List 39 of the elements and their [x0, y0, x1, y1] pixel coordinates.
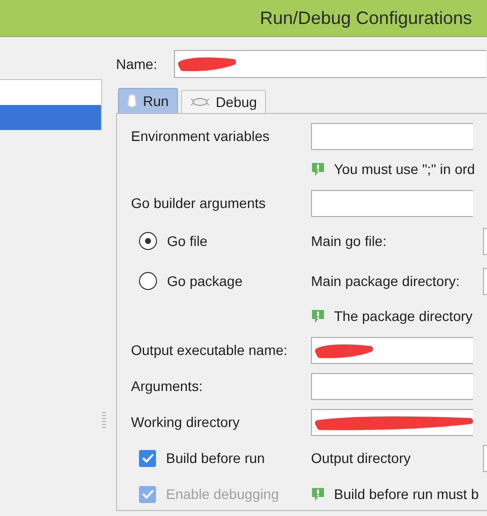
- redaction-mark: [314, 342, 374, 360]
- window-title: Run/Debug Configurations: [260, 6, 472, 30]
- field-label: Output executable name:: [131, 340, 288, 360]
- warning-icon: [311, 309, 325, 324]
- warning-icon: [311, 486, 325, 502]
- radio-button[interactable]: [139, 232, 157, 250]
- field-label: Go builder arguments: [131, 194, 266, 213]
- text-field[interactable]: [311, 372, 473, 400]
- hint-text: Build before run must b: [334, 484, 479, 504]
- checkbox-label: Build before run: [166, 448, 265, 468]
- field-label: Main go file:: [311, 232, 386, 251]
- text-field[interactable]: [311, 190, 473, 216]
- checkbox[interactable]: [139, 450, 156, 466]
- radio-label: Go package: [167, 272, 242, 291]
- field-label: Arguments:: [131, 376, 203, 396]
- field-label: Environment variables: [131, 126, 270, 146]
- radio-button[interactable]: [139, 272, 157, 290]
- field-label: Output directory: [311, 448, 411, 468]
- tab[interactable]: Debug: [180, 90, 266, 113]
- text-field[interactable]: [311, 336, 473, 364]
- splitter-grip-icon: [102, 412, 106, 428]
- warning-icon: [311, 162, 325, 177]
- hint-text: The package directory: [334, 307, 473, 326]
- radio-label: Go file: [167, 232, 208, 250]
- text-field[interactable]: [483, 228, 487, 254]
- name-field[interactable]: [174, 50, 486, 78]
- hint-text: You must use ";" in ord: [334, 160, 475, 179]
- field-label: Working directory: [131, 412, 240, 432]
- tab[interactable]: Run: [118, 88, 178, 113]
- checkbox-label: Enable debugging: [166, 484, 279, 504]
- mouse-icon: [127, 93, 137, 109]
- text-field[interactable]: [483, 444, 487, 472]
- text-field[interactable]: [483, 268, 487, 294]
- bug-icon: [190, 97, 210, 107]
- text-field[interactable]: [311, 122, 473, 150]
- redaction-mark: [177, 55, 237, 73]
- text-field[interactable]: [311, 408, 473, 436]
- name-label: Name:: [116, 54, 158, 74]
- field-label: Main package directory:: [311, 272, 460, 291]
